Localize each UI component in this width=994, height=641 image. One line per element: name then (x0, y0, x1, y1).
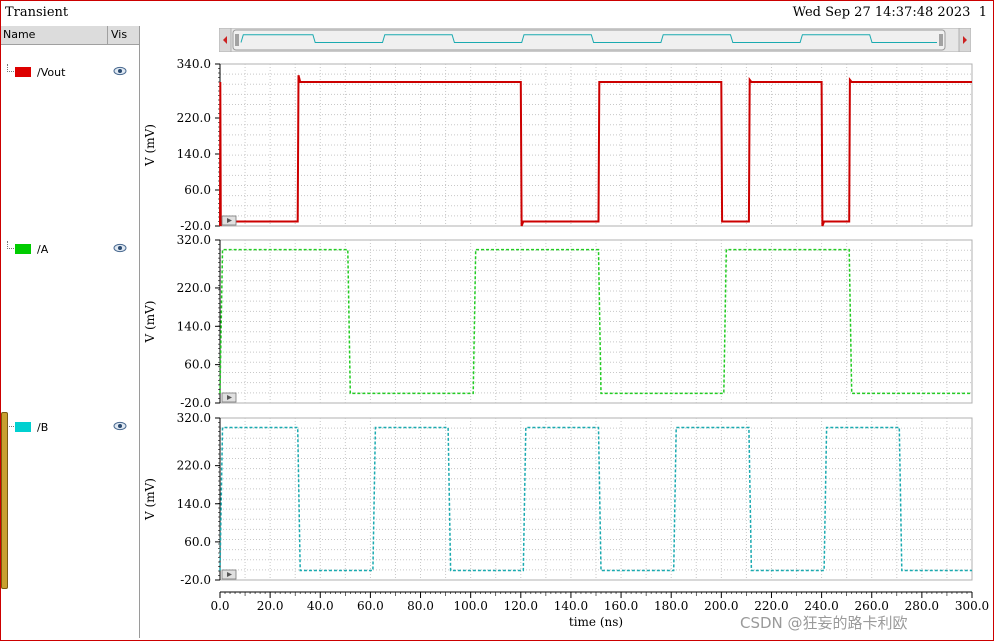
scroll-left-arrow-icon[interactable] (219, 28, 232, 52)
timestamp-text: Wed Sep 27 14:37:48 2023 (792, 5, 971, 20)
x-tick-label: 40.0 (307, 599, 334, 613)
a-color-swatch (15, 244, 31, 254)
name-column-header[interactable]: Name (3, 28, 35, 41)
eye-icon[interactable] (113, 66, 127, 76)
tree-connector (7, 64, 14, 72)
waveform-panels: 340.0 220.0 140.0 60.0 -20.0 V (mV) 320.0 220.0… (143, 57, 973, 587)
page-number: 1 (978, 5, 987, 20)
x-tick-label: 160.0 (604, 599, 638, 613)
signal-row-b[interactable]: /B (1, 419, 139, 437)
panel-resize-handle[interactable] (1, 412, 8, 589)
tree-connector (7, 241, 14, 249)
scrollbar-thumb[interactable] (232, 29, 946, 51)
y-tick-label: -20.0 (180, 219, 211, 233)
y-tick-label: -20.0 (180, 396, 211, 410)
y-tick-label: 220.0 (177, 281, 211, 295)
x-axis-label: time (ns) (569, 615, 623, 629)
y-tick-label: 140.0 (177, 147, 211, 161)
y-tick-label: 60.0 (184, 358, 211, 372)
y-tick-label: -20.0 (180, 573, 211, 587)
y-tick-label: 340.0 (177, 57, 211, 71)
eye-icon[interactable] (113, 243, 127, 253)
x-tick-label: 140.0 (554, 599, 588, 613)
x-tick-label: 20.0 (257, 599, 284, 613)
x-tick-label: 60.0 (357, 599, 384, 613)
window-title: Transient (5, 5, 69, 20)
x-tick-label: 220.0 (754, 599, 788, 613)
time-scrollbar[interactable] (219, 28, 971, 52)
x-tick-label: 100.0 (453, 599, 487, 613)
x-tick-label: 240.0 (804, 599, 838, 613)
y-axis-label: V (mV) (143, 301, 157, 344)
x-tick-label: 280.0 (905, 599, 939, 613)
waveform-panel: 340.0 220.0 140.0 60.0 -20.0 V (mV) (143, 57, 973, 233)
vis-column-header[interactable]: Vis (107, 26, 127, 44)
scroll-right-arrow-icon[interactable] (958, 28, 971, 52)
signal-row-a[interactable]: /A (1, 241, 139, 259)
window-timestamp: Wed Sep 27 14:37:48 2023 1 (793, 5, 987, 20)
signal-label-vout: /Vout (37, 66, 66, 79)
y-tick-label: 320.0 (177, 411, 211, 425)
waveform-panel: 320.0 220.0 140.0 60.0 -20.0 V (mV) (143, 411, 973, 587)
y-tick-label: 320.0 (177, 233, 211, 247)
watermark-text: CSDN @狂妄的路卡利欧 (740, 614, 908, 632)
signal-label-a: /A (37, 243, 49, 256)
waveform-chart: 340.0 220.0 140.0 60.0 -20.0 V (mV) 320.0 220.0… (143, 57, 989, 629)
title-bar: Transient Wed Sep 27 14:37:48 2023 1 (1, 1, 993, 25)
x-tick-label: 80.0 (407, 599, 434, 613)
x-tick-label: 300.0 (955, 599, 989, 613)
y-axis-label: V (mV) (143, 124, 157, 167)
signal-row-vout[interactable]: /Vout (1, 64, 139, 82)
vout-color-swatch (15, 67, 31, 77)
signal-label-b: /B (37, 421, 49, 434)
x-tick-label: 200.0 (704, 599, 738, 613)
x-tick-label: 0.0 (210, 599, 229, 613)
y-tick-label: 140.0 (177, 497, 211, 511)
tree-connector (7, 419, 14, 427)
y-tick-label: 140.0 (177, 319, 211, 333)
eye-icon[interactable] (113, 421, 127, 431)
signal-list-header: Name Vis (1, 26, 139, 45)
b-color-swatch (15, 422, 31, 432)
x-tick-label: 120.0 (504, 599, 538, 613)
signal-list-panel: Name Vis /Vout /A /B (1, 26, 140, 638)
y-tick-label: 60.0 (184, 183, 211, 197)
x-tick-label: 260.0 (855, 599, 889, 613)
y-tick-label: 220.0 (177, 111, 211, 125)
x-tick-label: 180.0 (654, 599, 688, 613)
y-axis-label: V (mV) (143, 478, 157, 521)
y-tick-label: 220.0 (177, 459, 211, 473)
y-tick-label: 60.0 (184, 535, 211, 549)
waveform-panel: 320.0 220.0 140.0 60.0 -20.0 V (mV) (143, 233, 973, 410)
time-axis: 0.0 20.0 40.0 60.0 80.0 100.0 120.0 140.0 160.0 1… (210, 591, 989, 613)
